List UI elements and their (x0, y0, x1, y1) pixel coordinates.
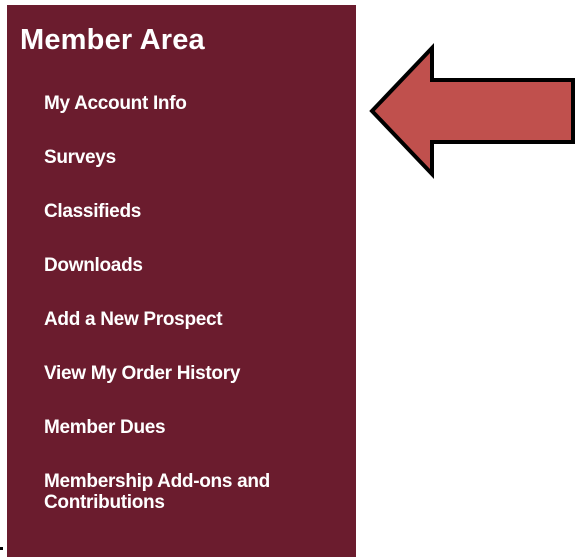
menu-item-downloads[interactable]: Downloads (44, 255, 349, 309)
menu-item-order-history[interactable]: View My Order History (44, 363, 349, 417)
menu-item-member-dues[interactable]: Member Dues (44, 417, 349, 471)
panel-title: Member Area (20, 24, 205, 56)
menu-item-add-new-prospect[interactable]: Add a New Prospect (44, 309, 349, 363)
menu-item-classifieds[interactable]: Classifieds (44, 201, 349, 255)
bullet-mark (0, 547, 3, 550)
screenshot-stage: Member Area My Account Info Surveys Clas… (0, 0, 577, 557)
menu-item-surveys[interactable]: Surveys (44, 147, 349, 201)
menu-item-membership-addons[interactable]: Membership Add-ons and Contributions (44, 471, 349, 525)
arrow-left-icon (369, 43, 575, 179)
member-area-panel: Member Area My Account Info Surveys Clas… (7, 5, 356, 557)
member-menu: My Account Info Surveys Classifieds Down… (44, 93, 349, 525)
menu-item-my-account-info[interactable]: My Account Info (44, 93, 349, 147)
